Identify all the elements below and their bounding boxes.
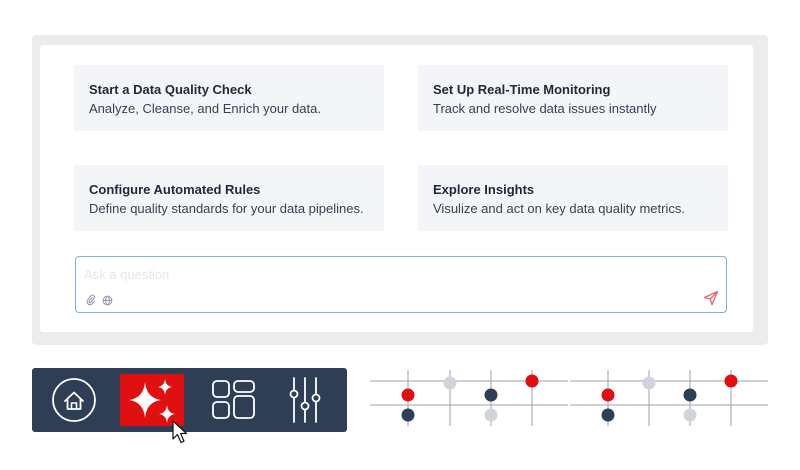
send-icon[interactable] — [703, 290, 719, 311]
nav-dashboard-button[interactable] — [202, 374, 266, 426]
nav-ai-sparkle-button[interactable] — [120, 374, 184, 426]
suggestion-description: Analyze, Cleanse, and Enrich your data. — [89, 101, 321, 116]
mouse-cursor-icon — [172, 420, 188, 444]
suggestion-title: Start a Data Quality Check — [89, 82, 252, 97]
chat-input[interactable] — [84, 263, 684, 285]
nav-home-button[interactable] — [42, 374, 106, 426]
paperclip-icon[interactable] — [86, 293, 96, 311]
suggestion-title: Explore Insights — [433, 182, 535, 197]
suggestion-title: Set Up Real-Time Monitoring — [433, 82, 611, 97]
sparkle-icon — [129, 379, 175, 423]
globe-icon[interactable] — [102, 293, 113, 311]
grid-icon — [212, 380, 255, 419]
suggestion-description: Define quality standards for your data p… — [89, 201, 364, 216]
suggestion-card-automated-rules[interactable]: Configure Automated Rules Define quality… — [74, 165, 384, 231]
sliders-icon — [289, 377, 321, 423]
chat-input-box[interactable] — [75, 256, 727, 313]
suggestion-description: Visulize and act on key data quality met… — [433, 201, 685, 216]
timeline-dots-decoration — [370, 370, 768, 426]
suggestion-description: Track and resolve data issues instantly — [433, 101, 657, 116]
suggestion-card-explore-insights[interactable]: Explore Insights Visulize and act on key… — [418, 165, 728, 231]
home-icon — [52, 378, 96, 422]
suggestion-card-data-quality-check[interactable]: Start a Data Quality Check Analyze, Clea… — [74, 65, 384, 131]
suggestion-title: Configure Automated Rules — [89, 182, 261, 197]
nav-settings-button[interactable] — [278, 374, 342, 426]
suggestion-card-real-time-monitoring[interactable]: Set Up Real-Time Monitoring Track and re… — [418, 65, 728, 131]
